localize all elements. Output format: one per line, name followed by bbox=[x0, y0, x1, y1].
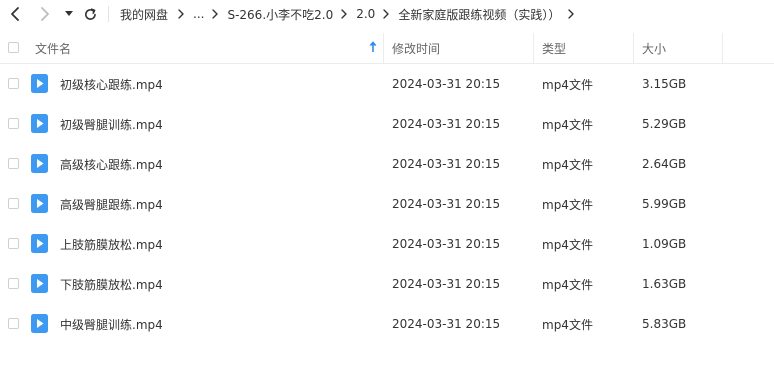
file-row[interactable]: 初级臀腿训练.mp4 2024-03-31 20:15 mp4文件 5.29GB bbox=[0, 104, 774, 144]
back-button[interactable] bbox=[6, 4, 24, 24]
row-checkbox[interactable] bbox=[8, 198, 19, 209]
forward-button[interactable] bbox=[36, 4, 54, 24]
row-checkbox[interactable] bbox=[8, 318, 19, 329]
breadcrumb-item-root[interactable]: 我的网盘 bbox=[120, 6, 168, 23]
file-size: 3.15GB bbox=[642, 77, 687, 91]
breadcrumb-item-folder[interactable]: S-266.小李不吃2.0 bbox=[227, 6, 333, 23]
file-name[interactable]: 上肢筋膜放松.mp4 bbox=[60, 224, 163, 264]
file-modified: 2024-03-31 20:15 bbox=[392, 157, 501, 171]
video-file-icon bbox=[31, 74, 48, 93]
file-type: mp4文件 bbox=[542, 157, 593, 172]
column-header-type-label: 类型 bbox=[542, 41, 567, 56]
file-name[interactable]: 下肢筋膜放松.mp4 bbox=[60, 264, 163, 304]
file-type: mp4文件 bbox=[542, 197, 593, 212]
chevron-left-icon bbox=[11, 7, 19, 21]
chevron-right-icon bbox=[568, 9, 575, 19]
file-modified: 2024-03-31 20:15 bbox=[392, 197, 501, 211]
chevron-right-icon bbox=[41, 7, 49, 21]
breadcrumb-item-ellipsis[interactable]: ... bbox=[193, 7, 204, 21]
file-type: mp4文件 bbox=[542, 77, 593, 92]
video-file-icon bbox=[31, 274, 48, 293]
toolbar: 我的网盘 ... S-266.小李不吃2.0 2.0 全新家庭版跟练视频（实践）… bbox=[0, 0, 774, 28]
file-row[interactable]: 中级臀腿训练.mp4 2024-03-31 20:15 mp4文件 5.83GB bbox=[0, 304, 774, 344]
chevron-right-icon bbox=[178, 9, 184, 19]
breadcrumb-separator bbox=[383, 9, 390, 19]
column-header-size[interactable]: 大小 bbox=[642, 33, 722, 63]
chevron-right-icon bbox=[341, 9, 347, 19]
breadcrumb-separator bbox=[212, 9, 219, 19]
chevron-right-icon bbox=[212, 9, 219, 19]
file-modified: 2024-03-31 20:15 bbox=[392, 117, 501, 131]
toolbar-divider bbox=[108, 6, 109, 22]
row-checkbox[interactable] bbox=[8, 158, 19, 169]
file-size: 1.09GB bbox=[642, 237, 687, 251]
file-name[interactable]: 高级臀腿跟练.mp4 bbox=[60, 184, 163, 224]
row-checkbox[interactable] bbox=[8, 278, 19, 289]
file-size: 2.64GB bbox=[642, 157, 687, 171]
file-row[interactable]: 下肢筋膜放松.mp4 2024-03-31 20:15 mp4文件 1.63GB bbox=[0, 264, 774, 304]
column-header-name-label: 文件名 bbox=[35, 41, 72, 56]
file-type: mp4文件 bbox=[542, 317, 593, 332]
history-dropdown-button[interactable] bbox=[62, 4, 76, 24]
column-header-type[interactable]: 类型 bbox=[542, 33, 632, 63]
file-row[interactable]: 高级核心跟练.mp4 2024-03-31 20:15 mp4文件 2.64GB bbox=[0, 144, 774, 184]
column-header-name[interactable]: 文件名 bbox=[35, 33, 383, 63]
file-name[interactable]: 高级核心跟练.mp4 bbox=[60, 144, 163, 184]
column-header-size-label: 大小 bbox=[642, 41, 667, 56]
file-row[interactable]: 高级臀腿跟练.mp4 2024-03-31 20:15 mp4文件 5.99GB bbox=[0, 184, 774, 224]
file-size: 5.99GB bbox=[642, 197, 687, 211]
column-divider[interactable] bbox=[633, 33, 634, 63]
column-divider[interactable] bbox=[533, 33, 534, 63]
refresh-icon bbox=[84, 7, 96, 20]
file-type: mp4文件 bbox=[542, 277, 593, 292]
file-name[interactable]: 初级臀腿训练.mp4 bbox=[60, 104, 163, 144]
file-size: 5.83GB bbox=[642, 317, 687, 331]
video-file-icon bbox=[31, 194, 48, 213]
refresh-button[interactable] bbox=[82, 4, 98, 24]
breadcrumb: 我的网盘 ... S-266.小李不吃2.0 2.0 全新家庭版跟练视频（实践）… bbox=[120, 4, 583, 24]
caret-down-icon bbox=[65, 11, 73, 16]
breadcrumb-separator bbox=[178, 9, 184, 19]
video-file-icon bbox=[31, 154, 48, 173]
column-header-modified[interactable]: 修改时间 bbox=[392, 33, 532, 63]
file-list-header: 文件名 修改时间 类型 大小 bbox=[0, 33, 774, 64]
select-all-checkbox[interactable] bbox=[8, 42, 19, 53]
row-checkbox[interactable] bbox=[8, 78, 19, 89]
file-name[interactable]: 初级核心跟练.mp4 bbox=[60, 64, 163, 104]
sort-ascending-icon[interactable] bbox=[369, 41, 377, 56]
file-modified: 2024-03-31 20:15 bbox=[392, 237, 501, 251]
file-type: mp4文件 bbox=[542, 237, 593, 252]
column-divider[interactable] bbox=[383, 33, 384, 63]
breadcrumb-separator bbox=[568, 9, 575, 19]
file-row[interactable]: 上肢筋膜放松.mp4 2024-03-31 20:15 mp4文件 1.09GB bbox=[0, 224, 774, 264]
file-modified: 2024-03-31 20:15 bbox=[392, 277, 501, 291]
video-file-icon bbox=[31, 234, 48, 253]
file-size: 1.63GB bbox=[642, 277, 687, 291]
row-checkbox[interactable] bbox=[8, 118, 19, 129]
file-modified: 2024-03-31 20:15 bbox=[392, 317, 501, 331]
breadcrumb-item-subfolder[interactable]: 2.0 bbox=[356, 7, 375, 21]
file-name[interactable]: 中级臀腿训练.mp4 bbox=[60, 304, 163, 344]
file-row[interactable]: 初级核心跟练.mp4 2024-03-31 20:15 mp4文件 3.15GB bbox=[0, 64, 774, 104]
file-type: mp4文件 bbox=[542, 117, 593, 132]
breadcrumb-item-current[interactable]: 全新家庭版跟练视频（实践）） bbox=[398, 6, 560, 23]
file-size: 5.29GB bbox=[642, 117, 687, 131]
column-header-modified-label: 修改时间 bbox=[392, 41, 441, 56]
row-checkbox[interactable] bbox=[8, 238, 19, 249]
video-file-icon bbox=[31, 314, 48, 333]
breadcrumb-separator bbox=[341, 9, 347, 19]
file-modified: 2024-03-31 20:15 bbox=[392, 77, 501, 91]
chevron-right-icon bbox=[383, 9, 390, 19]
video-file-icon bbox=[31, 114, 48, 133]
column-divider[interactable] bbox=[722, 33, 723, 63]
